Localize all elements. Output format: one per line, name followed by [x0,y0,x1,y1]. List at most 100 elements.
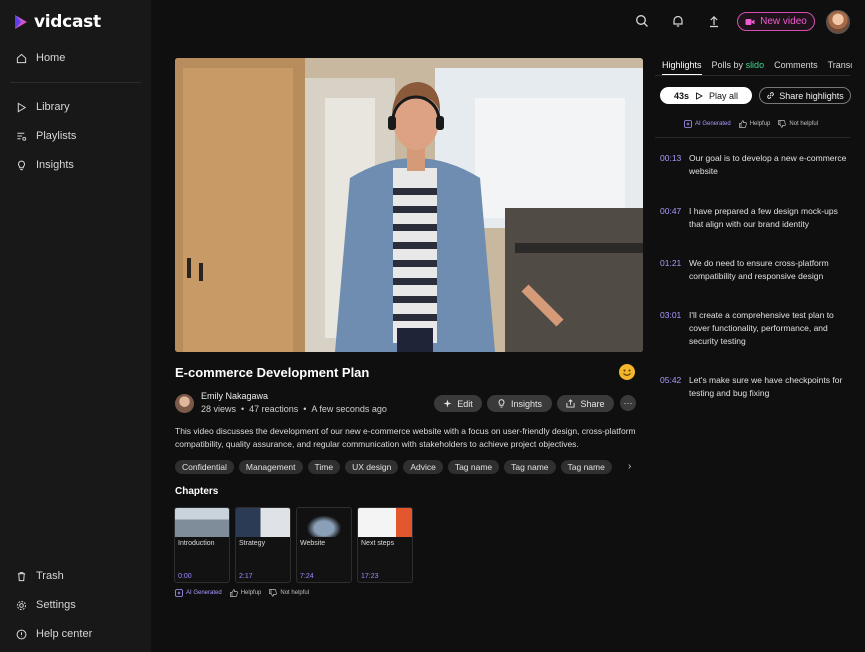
panel-tabs: Highlights Polls by slido Comments Trans… [662,60,852,75]
highlight-time: 00:13 [660,153,682,163]
highlight-item[interactable]: 05:42 Let's make sure we have checkpoint… [660,374,855,400]
not-helpful-button[interactable]: Not helpful [269,589,309,597]
chapter-label: Website [300,540,326,547]
more-options-button[interactable]: ··· [620,395,636,411]
playlist-icon [17,132,27,141]
chapter-card[interactable]: Next steps 17:23 [357,507,413,583]
edit-label: Edit [457,398,473,409]
chapter-card[interactable]: Website 7:24 [296,507,352,583]
ai-generated-text: AI Generated [186,590,222,596]
tab-transcript[interactable]: Transcript [828,60,852,75]
highlight-item[interactable]: 03:01 I'll create a comprehensive test p… [660,309,855,348]
tab-polls[interactable]: Polls by slido [712,60,765,75]
chapter-time: 2:17 [239,573,253,580]
chapter-time: 17:23 [361,573,379,580]
tag-chip[interactable]: UX design [345,460,399,474]
trash-icon [17,571,26,581]
video-player[interactable] [175,58,643,352]
author-avatar[interactable] [175,394,194,413]
ai-generated-label: AI Generated [684,120,731,128]
share-button[interactable]: Share [557,395,614,412]
play-all-button[interactable]: 43s Play all [660,87,752,104]
search-icon[interactable] [635,14,649,28]
tag-chip[interactable]: Tag name [447,460,500,474]
share-icon [566,399,576,408]
not-helpful-button[interactable]: Not helpful [778,120,818,128]
sidebar-item-library[interactable]: Library [16,101,70,113]
upload-icon[interactable] [707,14,721,28]
share-label: Share [580,398,605,409]
view-count: 28 views [201,404,237,414]
chevron-right-icon[interactable]: › [628,461,631,472]
share-highlights-button[interactable]: Share highlights [759,87,851,104]
tag-chip[interactable]: Confidential [175,460,234,474]
lightbulb-icon [498,399,505,408]
home-icon [16,53,27,63]
play-all-label: Play all [709,90,739,101]
highlight-text: Let's make sure we have checkpoints for … [689,375,843,398]
helpful-button[interactable]: Helpfup [229,589,262,597]
chapter-time: 0:00 [178,573,192,580]
chapter-card[interactable]: Strategy 2:17 [235,507,291,583]
highlight-time: 00:47 [660,206,682,216]
video-title: E-commerce Development Plan [175,365,370,380]
highlight-time: 05:42 [660,375,682,385]
meta-separator: • [303,404,307,414]
author-name[interactable]: Emily Nakagawa [201,391,268,401]
sidebar-item-trash[interactable]: Trash [16,570,64,582]
insights-label: Insights [510,398,543,409]
highlight-item[interactable]: 01:21 We do need to ensure cross-platfor… [660,257,855,283]
chapter-card[interactable]: Introduction 0:00 [174,507,230,583]
vidcast-logo-icon [15,15,27,29]
insights-button[interactable]: Insights [487,395,552,412]
sidebar-item-settings[interactable]: Settings [16,599,76,611]
meta-separator: • [241,404,245,414]
bell-icon[interactable] [671,14,685,28]
sidebar-item-label: Help center [36,628,93,640]
thumbs-down-icon [269,589,278,597]
ai-sparkle-icon [175,589,183,597]
chapters-feedback: AI Generated Helpfup Not helpful [175,589,309,597]
chapter-thumbnail [297,508,351,537]
highlights-feedback: AI Generated Helpfup Not helpful [684,120,818,128]
play-icon [17,101,27,113]
sidebar-item-help-center[interactable]: Help center [16,628,92,640]
edit-button[interactable]: Edit [434,395,482,412]
reaction-count: 47 reactions [249,404,299,414]
sidebar-item-home[interactable]: Home [16,52,65,64]
user-avatar[interactable] [826,10,850,34]
tab-polls-label: Polls by [711,60,744,70]
helpful-label: Helpfup [240,590,262,596]
sidebar-item-playlists[interactable]: Playlists [16,130,76,142]
chapters-heading: Chapters [175,486,219,497]
tag-chip[interactable]: Tag name [560,460,612,474]
app-name: vidcast [34,12,101,32]
play-icon [696,91,703,100]
smile-icon [623,369,631,376]
highlight-item[interactable]: 00:47 I have prepared a few design mock-… [660,205,855,231]
tag-chip[interactable]: Management [238,460,303,474]
tag-chip[interactable]: Tag name [504,460,556,474]
tag-chip[interactable]: Advice [403,460,443,474]
tag-list: Confidential Management Time UX design A… [175,460,625,474]
highlight-item[interactable]: 00:13 Our goal is to develop a new e-com… [660,152,855,178]
helpful-button[interactable]: Helpfup [738,120,771,128]
slido-logo: slido [745,60,765,70]
chapter-label: Next steps [361,540,395,547]
gear-icon [16,600,27,610]
highlight-time: 01:21 [660,258,682,268]
sidebar-item-label: Library [36,101,70,113]
tab-comments[interactable]: Comments [774,60,818,75]
help-icon [16,629,27,639]
thumbs-down-icon [778,120,787,128]
highlight-time: 03:01 [660,310,682,320]
not-helpful-label: Not helpful [789,121,819,127]
vidcast-logo[interactable]: vidcast [14,12,101,32]
sparkle-edit-icon [443,399,452,408]
new-video-button[interactable]: New video [737,12,815,31]
tag-chip[interactable]: Time [307,460,341,474]
sidebar-item-insights[interactable]: Insights [16,159,74,171]
tab-highlights[interactable]: Highlights [662,60,702,75]
helpful-label: Helpfup [749,121,771,127]
reaction-emoji-icon[interactable] [619,364,635,380]
